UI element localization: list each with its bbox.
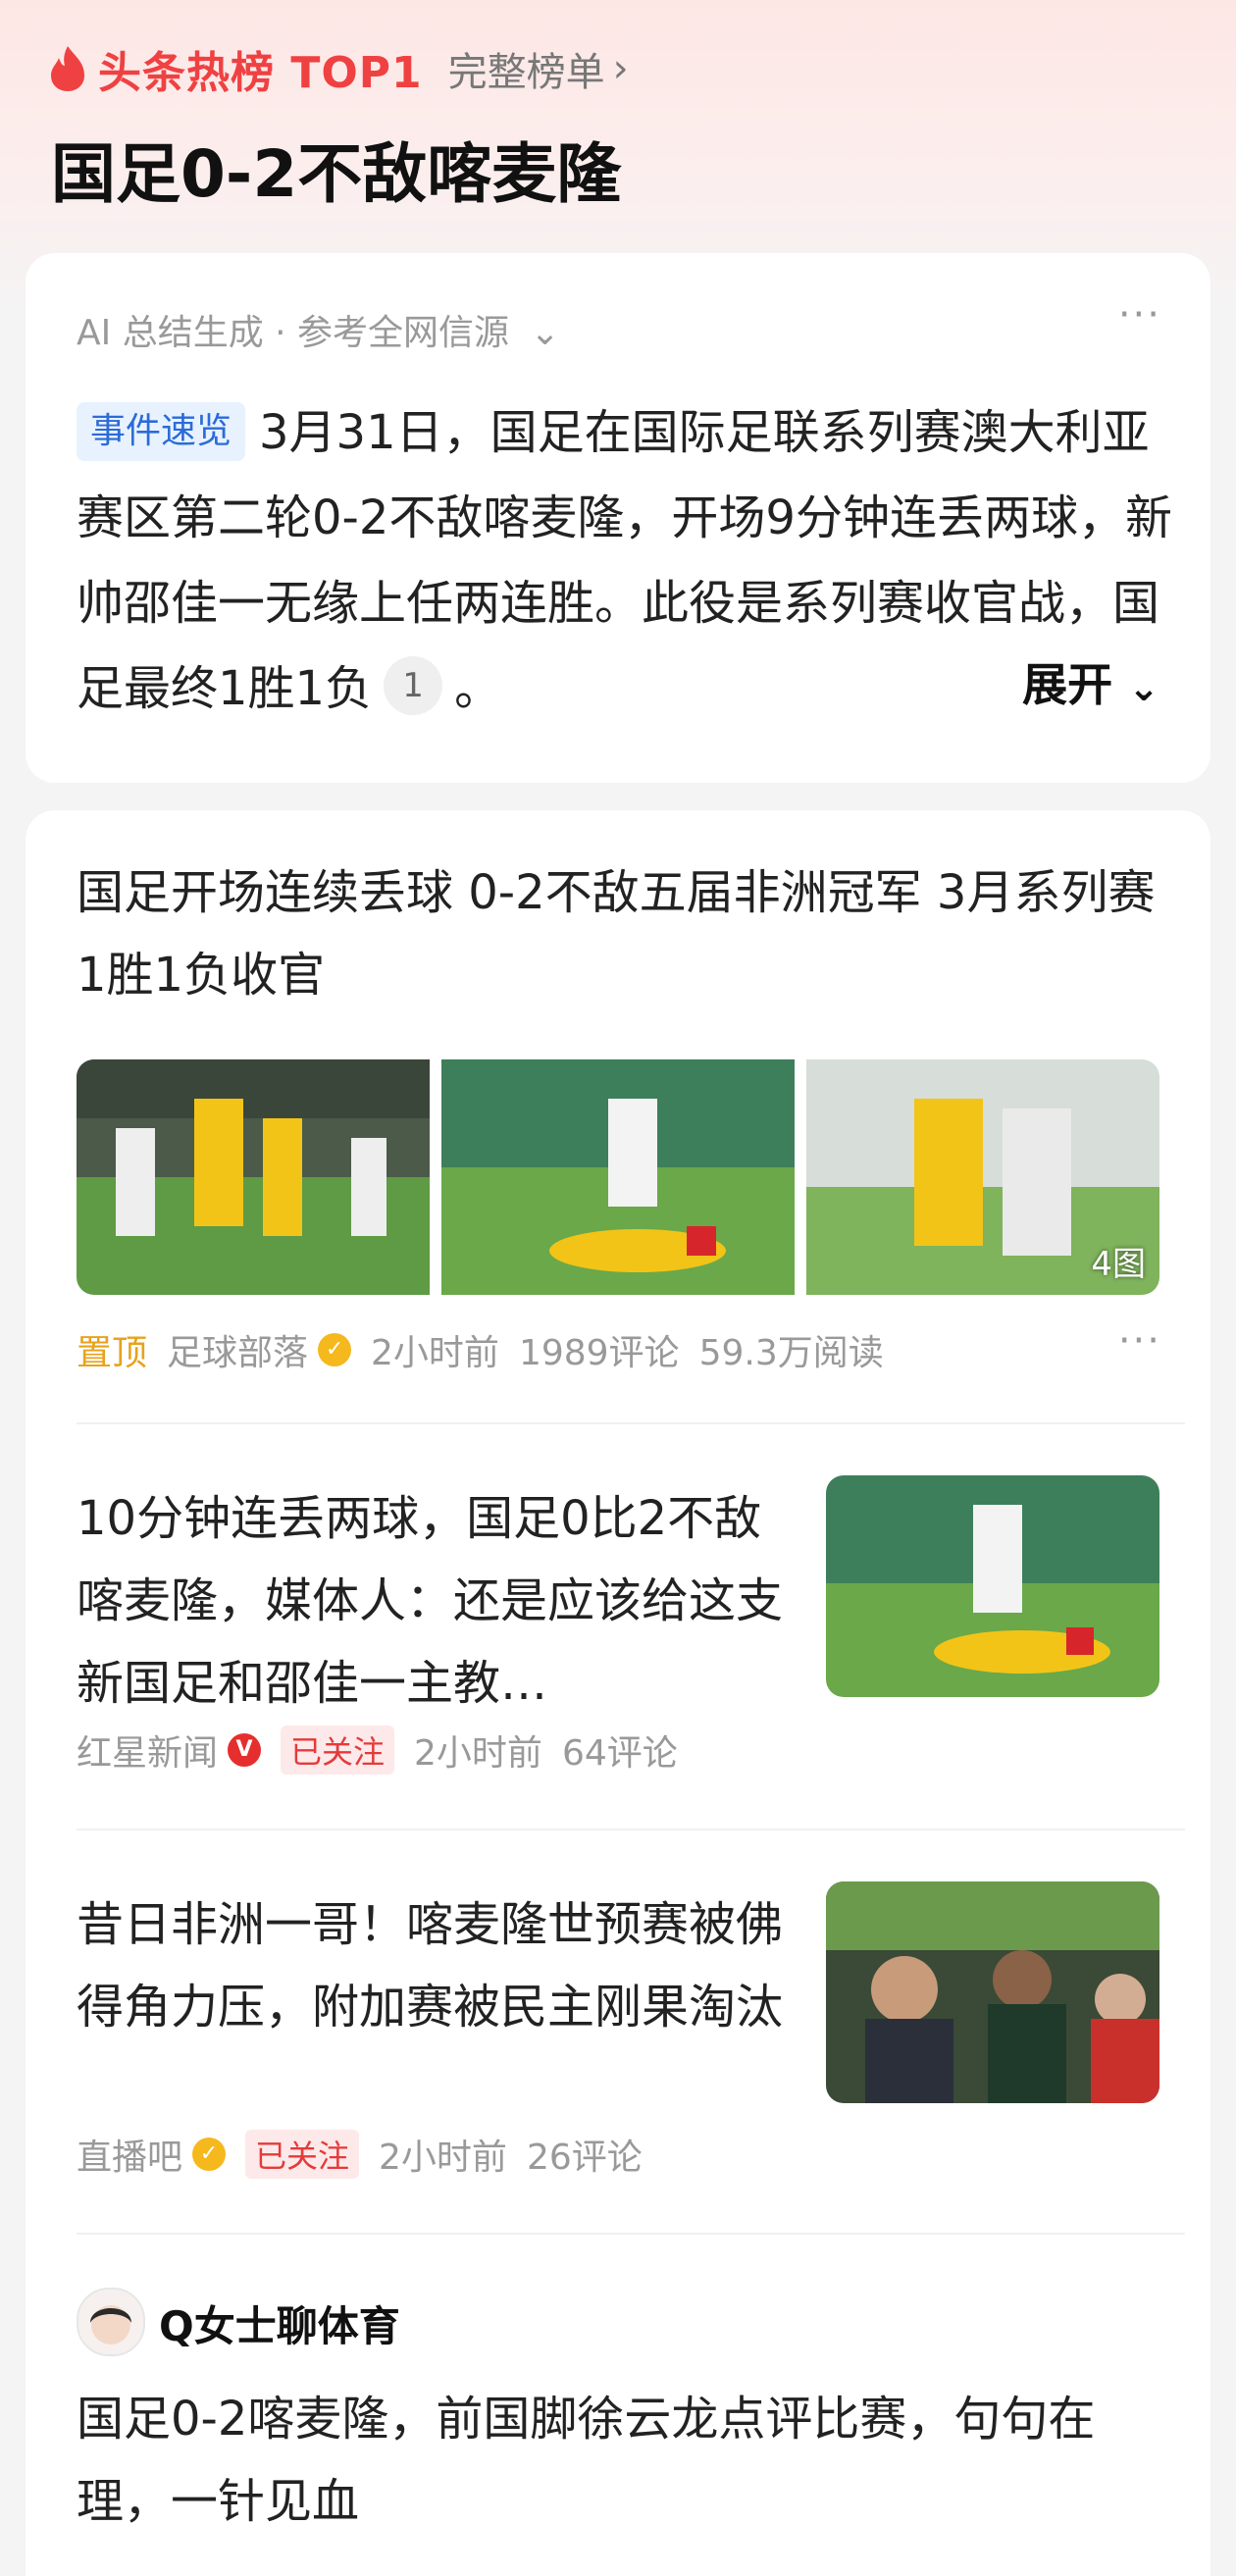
full-list-link[interactable]: 完整榜单 [448, 40, 605, 97]
divider [77, 1422, 1185, 1424]
hot-list-label: 头条热榜 TOP1 [98, 48, 423, 98]
chevron-down-icon: ⌄ [1128, 666, 1159, 709]
publish-time: 2小时前 [371, 1333, 499, 1373]
news-image[interactable] [826, 1881, 1159, 2103]
news-title: 国足0-2喀麦隆，前国脚徐云龙点评比赛，句句在理，一针见血 [77, 2392, 1096, 2529]
verified-icon: V [228, 1733, 262, 1767]
source-name[interactable]: 红星新闻 [77, 1725, 218, 1776]
publish-time: 2小时前 [379, 2138, 507, 2178]
pinned-label: 置顶 [77, 1333, 148, 1373]
verified-icon: ✓ [318, 1333, 352, 1366]
divider [77, 1829, 1185, 1830]
expand-button[interactable]: 展开 ⌄ [1022, 649, 1159, 714]
followed-badge: 已关注 [281, 1726, 395, 1775]
flame-icon [51, 46, 84, 91]
image-count: 4图 [1091, 1245, 1146, 1284]
avatar[interactable] [77, 2288, 145, 2356]
expand-label: 展开 [1022, 658, 1113, 711]
summary-end: 。 [454, 661, 502, 716]
more-dots-icon[interactable]: ··· [1118, 292, 1161, 337]
news-image[interactable] [826, 1475, 1159, 1697]
comment-count: 64评论 [561, 1733, 678, 1774]
event-overview-tag: 事件速览 [77, 402, 246, 461]
divider [77, 2233, 1185, 2235]
news-title: 10分钟连丢两球，国足0比2不敌喀麦隆，媒体人：还是应该给这支新国足和邵佳一主教… [77, 1491, 784, 1711]
chevron-down-icon: ⌄ [530, 313, 560, 353]
source-name[interactable]: 足球部落 [167, 1324, 308, 1375]
news-meta: 置顶 足球部落 ✓ 2小时前 1989评论 59.3万阅读 [77, 1324, 903, 1375]
followed-badge: 已关注 [245, 2130, 360, 2179]
ai-source-label: AI 总结生成 · 参考全网信源 [77, 313, 510, 353]
ai-source-dropdown[interactable]: AI 总结生成 · 参考全网信源 ⌄ [77, 304, 560, 355]
news-title: 昔日非洲一哥！喀麦隆世预赛被佛得角力压，附加赛被民主刚果淘汰 [77, 1897, 784, 2035]
ai-summary-card: AI 总结生成 · 参考全网信源 ⌄ ··· 事件速览 3月31日，国足在国际足联… [26, 253, 1210, 783]
comment-count: 26评论 [526, 2138, 643, 2178]
news-image[interactable] [441, 1059, 795, 1295]
hot-list-banner[interactable]: 头条热榜 TOP1 完整榜单 › [47, 39, 629, 98]
read-count: 59.3万阅读 [698, 1333, 884, 1373]
news-title: 国足开场连续丢球 0-2不敌五届非洲冠军 3月系列赛1胜1负收官 [77, 865, 1156, 1003]
publish-time: 2小时前 [414, 1733, 542, 1774]
news-meta: 红星新闻 V 已关注 2小时前 64评论 [77, 1725, 697, 1776]
chevron-right-icon: › [612, 46, 629, 91]
comment-count: 1989评论 [518, 1333, 680, 1373]
news-image[interactable]: 4图 [806, 1059, 1159, 1295]
verified-icon: ✓ [192, 2138, 227, 2171]
page-title: 国足0-2不敌喀麦隆 [51, 136, 622, 212]
citation-badge[interactable]: 1 [384, 656, 443, 715]
news-list-card: 国足开场连续丢球 0-2不敌五届非洲冠军 3月系列赛1胜1负收官 4图 置顶 足… [26, 810, 1210, 2576]
news-image[interactable] [77, 1059, 430, 1295]
news-meta: 直播吧 ✓ 已关注 2小时前 26评论 [77, 2129, 662, 2180]
more-dots-icon[interactable]: ··· [1118, 1318, 1161, 1364]
author-name[interactable]: Q女士聊体育 [159, 2293, 400, 2353]
source-name[interactable]: 直播吧 [77, 2129, 182, 2180]
